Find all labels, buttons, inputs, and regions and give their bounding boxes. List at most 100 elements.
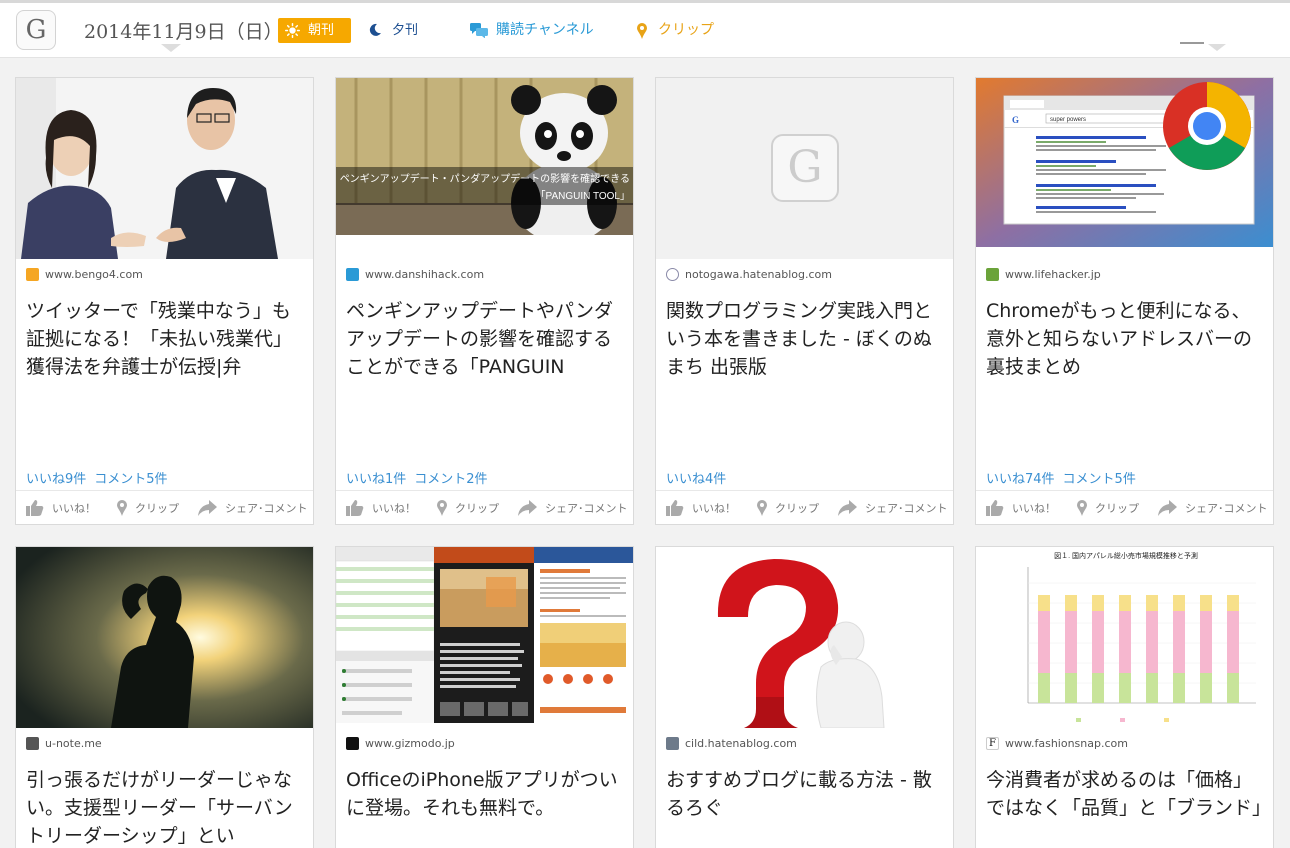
action-bar: いいね！ クリップ シェア･コメント [336,490,633,524]
like-count[interactable]: いいね74件 [986,472,1055,487]
app-logo[interactable]: G [16,10,56,50]
article-image[interactable] [656,547,953,728]
share-arrow-icon [198,500,217,516]
moon-icon [369,23,381,36]
action-bar: いいね！ クリップ シェア･コメント [656,490,953,524]
article-card[interactable]: www.gizmodo.jp OfficeのiPhone版アプリがついに登場。そ… [335,546,634,848]
edition-date[interactable]: 2014年11月9日（日） [84,17,283,44]
screenshot-office-iphone [336,547,633,723]
article-domain: www.danshihack.com [365,268,485,281]
chart-image-bar-segment [1173,611,1185,673]
article-card[interactable]: ペンギンアップデート・パンダアップデートの影響を確認できる 「PANGUIN T… [335,77,634,525]
svg-text:G: G [1012,115,1019,125]
article-title[interactable]: 関数プログラミング実践入門という本を書きました - ぼくのぬまち 出張版 [666,297,946,381]
chart-image-bar-segment [1092,673,1104,703]
share-label: シェア･コメント [545,502,628,515]
like-count[interactable]: いいね4件 [666,472,726,487]
article-image[interactable] [16,78,313,259]
share-label: シェア･コメント [1185,502,1268,515]
pin-icon [637,23,647,39]
chart-image-bar-segment [1227,611,1239,673]
article-title[interactable]: Chromeがもっと便利になる、意外と知らないアドレスバーの裏技まとめ [986,297,1266,381]
top-header: G 2014年11月9日（日） 朝刊 夕刊 購読チャンネル クリップ [0,3,1290,58]
article-card[interactable]: super powers G www.lifehacker.jp Chromeが… [975,77,1274,525]
site-favicon-icon [986,268,999,281]
browser-search-text: super powers [1050,117,1086,123]
chart-image-bar-segment [1092,611,1104,673]
site-favicon-icon [346,737,359,750]
chart-image-bar-segment [1038,595,1050,611]
article-image[interactable]: ペンギンアップデート・パンダアップデートの影響を確認できる 「PANGUIN T… [336,78,633,235]
article-image[interactable]: 図１. 国内アパレル総小売市場規模推移と予測 [976,547,1273,728]
article-domain: www.gizmodo.jp [365,737,455,750]
menu-handle[interactable] [1180,42,1204,44]
chart-image-bar-segment [1119,673,1131,703]
screenshot-chrome-browser: super powers G [976,78,1273,247]
chart-image-bar-segment [1227,595,1239,611]
like-label: いいね！ [1012,502,1056,515]
article-card[interactable]: cild.hatenablog.com おすすめブログに載る方法 - 散るろぐ [655,546,954,848]
article-card[interactable]: G notogawa.hatenablog.com 関数プログラミング実践入門と… [655,77,954,525]
clip-label: クリップ [1095,502,1139,515]
share-label: シェア･コメント [865,502,948,515]
like-label: いいね！ [372,502,416,515]
chart-image-bar-segment [1092,595,1104,611]
site-favicon-icon [26,737,39,750]
article-card[interactable]: 図１. 国内アパレル総小売市場規模推移と予測 F www.fashionsnap… [975,546,1274,848]
share-arrow-icon [1158,500,1177,516]
article-domain: www.bengo4.com [45,268,143,281]
article-image[interactable] [16,547,313,728]
like-count[interactable]: いいね9件 [26,472,86,487]
chart-image-bar-segment [1038,611,1050,673]
chart-image-bar-segment [1065,595,1077,611]
menu-dropdown-caret[interactable] [1208,44,1226,51]
comment-count[interactable]: コメント5件 [94,472,167,487]
site-favicon-icon [346,268,359,281]
image-caption-line2: 「PANGUIN TOOL」 [536,190,630,202]
article-card[interactable]: u-note.me 引っ張るだけがリーダーじゃない。支援型リーダー「サーバントリ… [15,546,314,848]
clip-label: クリップ [775,502,819,515]
share-label: シェア･コメント [225,502,308,515]
thumbs-up-icon [26,500,44,516]
article-domain: u-note.me [45,737,102,750]
comment-count[interactable]: コメント5件 [1063,472,1136,487]
article-card[interactable]: www.bengo4.com ツイッターで「残業中なう」も証拠になる！「未払い残… [15,77,314,525]
article-image-placeholder[interactable]: G [656,78,953,259]
article-title[interactable]: OfficeのiPhone版アプリがついに登場。それも無料で。 [346,766,626,848]
sun-icon [285,23,300,38]
photo-office-people [16,78,313,259]
pin-icon [1077,500,1087,516]
article-domain: www.lifehacker.jp [1005,268,1101,281]
chart-image-bar-segment [1200,595,1212,611]
image-caption-line1: ペンギンアップデート・パンダアップデートの影響を確認できる [340,172,630,185]
article-stats: いいね4件 [666,468,726,487]
article-title[interactable]: おすすめブログに載る方法 - 散るろぐ [666,766,946,848]
article-title[interactable]: 引っ張るだけがリーダーじゃない。支援型リーダー「サーバントリーダーシップ」とい [26,766,306,848]
pin-icon [757,500,767,516]
article-image[interactable] [336,547,633,723]
chart-image-title: 図１. 国内アパレル総小売市場規模推移と予測 [1054,551,1198,560]
like-label: いいね！ [692,502,736,515]
chart-image-bar-segment [1065,611,1077,673]
thumbs-up-icon [346,500,364,516]
action-bar: いいね！ クリップ シェア･コメント [976,490,1273,524]
chart-image-bar-segment [1200,611,1212,673]
clip-label: クリップ [135,502,179,515]
action-bar: いいね！ クリップ シェア･コメント [16,490,313,524]
article-stats: いいね1件 コメント2件 [346,468,488,487]
article-domain: notogawa.hatenablog.com [685,268,832,281]
article-image[interactable]: super powers G [976,78,1273,247]
article-title[interactable]: ペンギンアップデートやパンダアップデートの影響を確認することができる「PANGU… [346,297,626,381]
image-question-mark-figure [656,547,953,728]
photo-silhouette-sunset [16,547,313,728]
date-dropdown-caret[interactable] [161,44,181,52]
chart-image-bar-segment [1119,611,1131,673]
article-title[interactable]: 今消費者が求めるのは「価格」ではなく「品質」と「ブランド」 [986,766,1266,848]
article-title[interactable]: ツイッターで「残業中なう」も証拠になる！「未払い残業代」獲得法を弁護士が伝授|弁 [26,297,306,381]
article-domain: cild.hatenablog.com [685,737,797,750]
comment-count[interactable]: コメント2件 [414,472,487,487]
nav-channel-label: 購読チャンネル [496,22,594,38]
like-count[interactable]: いいね1件 [346,472,406,487]
tab-morning-edition[interactable]: 朝刊 [278,18,351,43]
chart-image-bar-segment [1038,673,1050,703]
